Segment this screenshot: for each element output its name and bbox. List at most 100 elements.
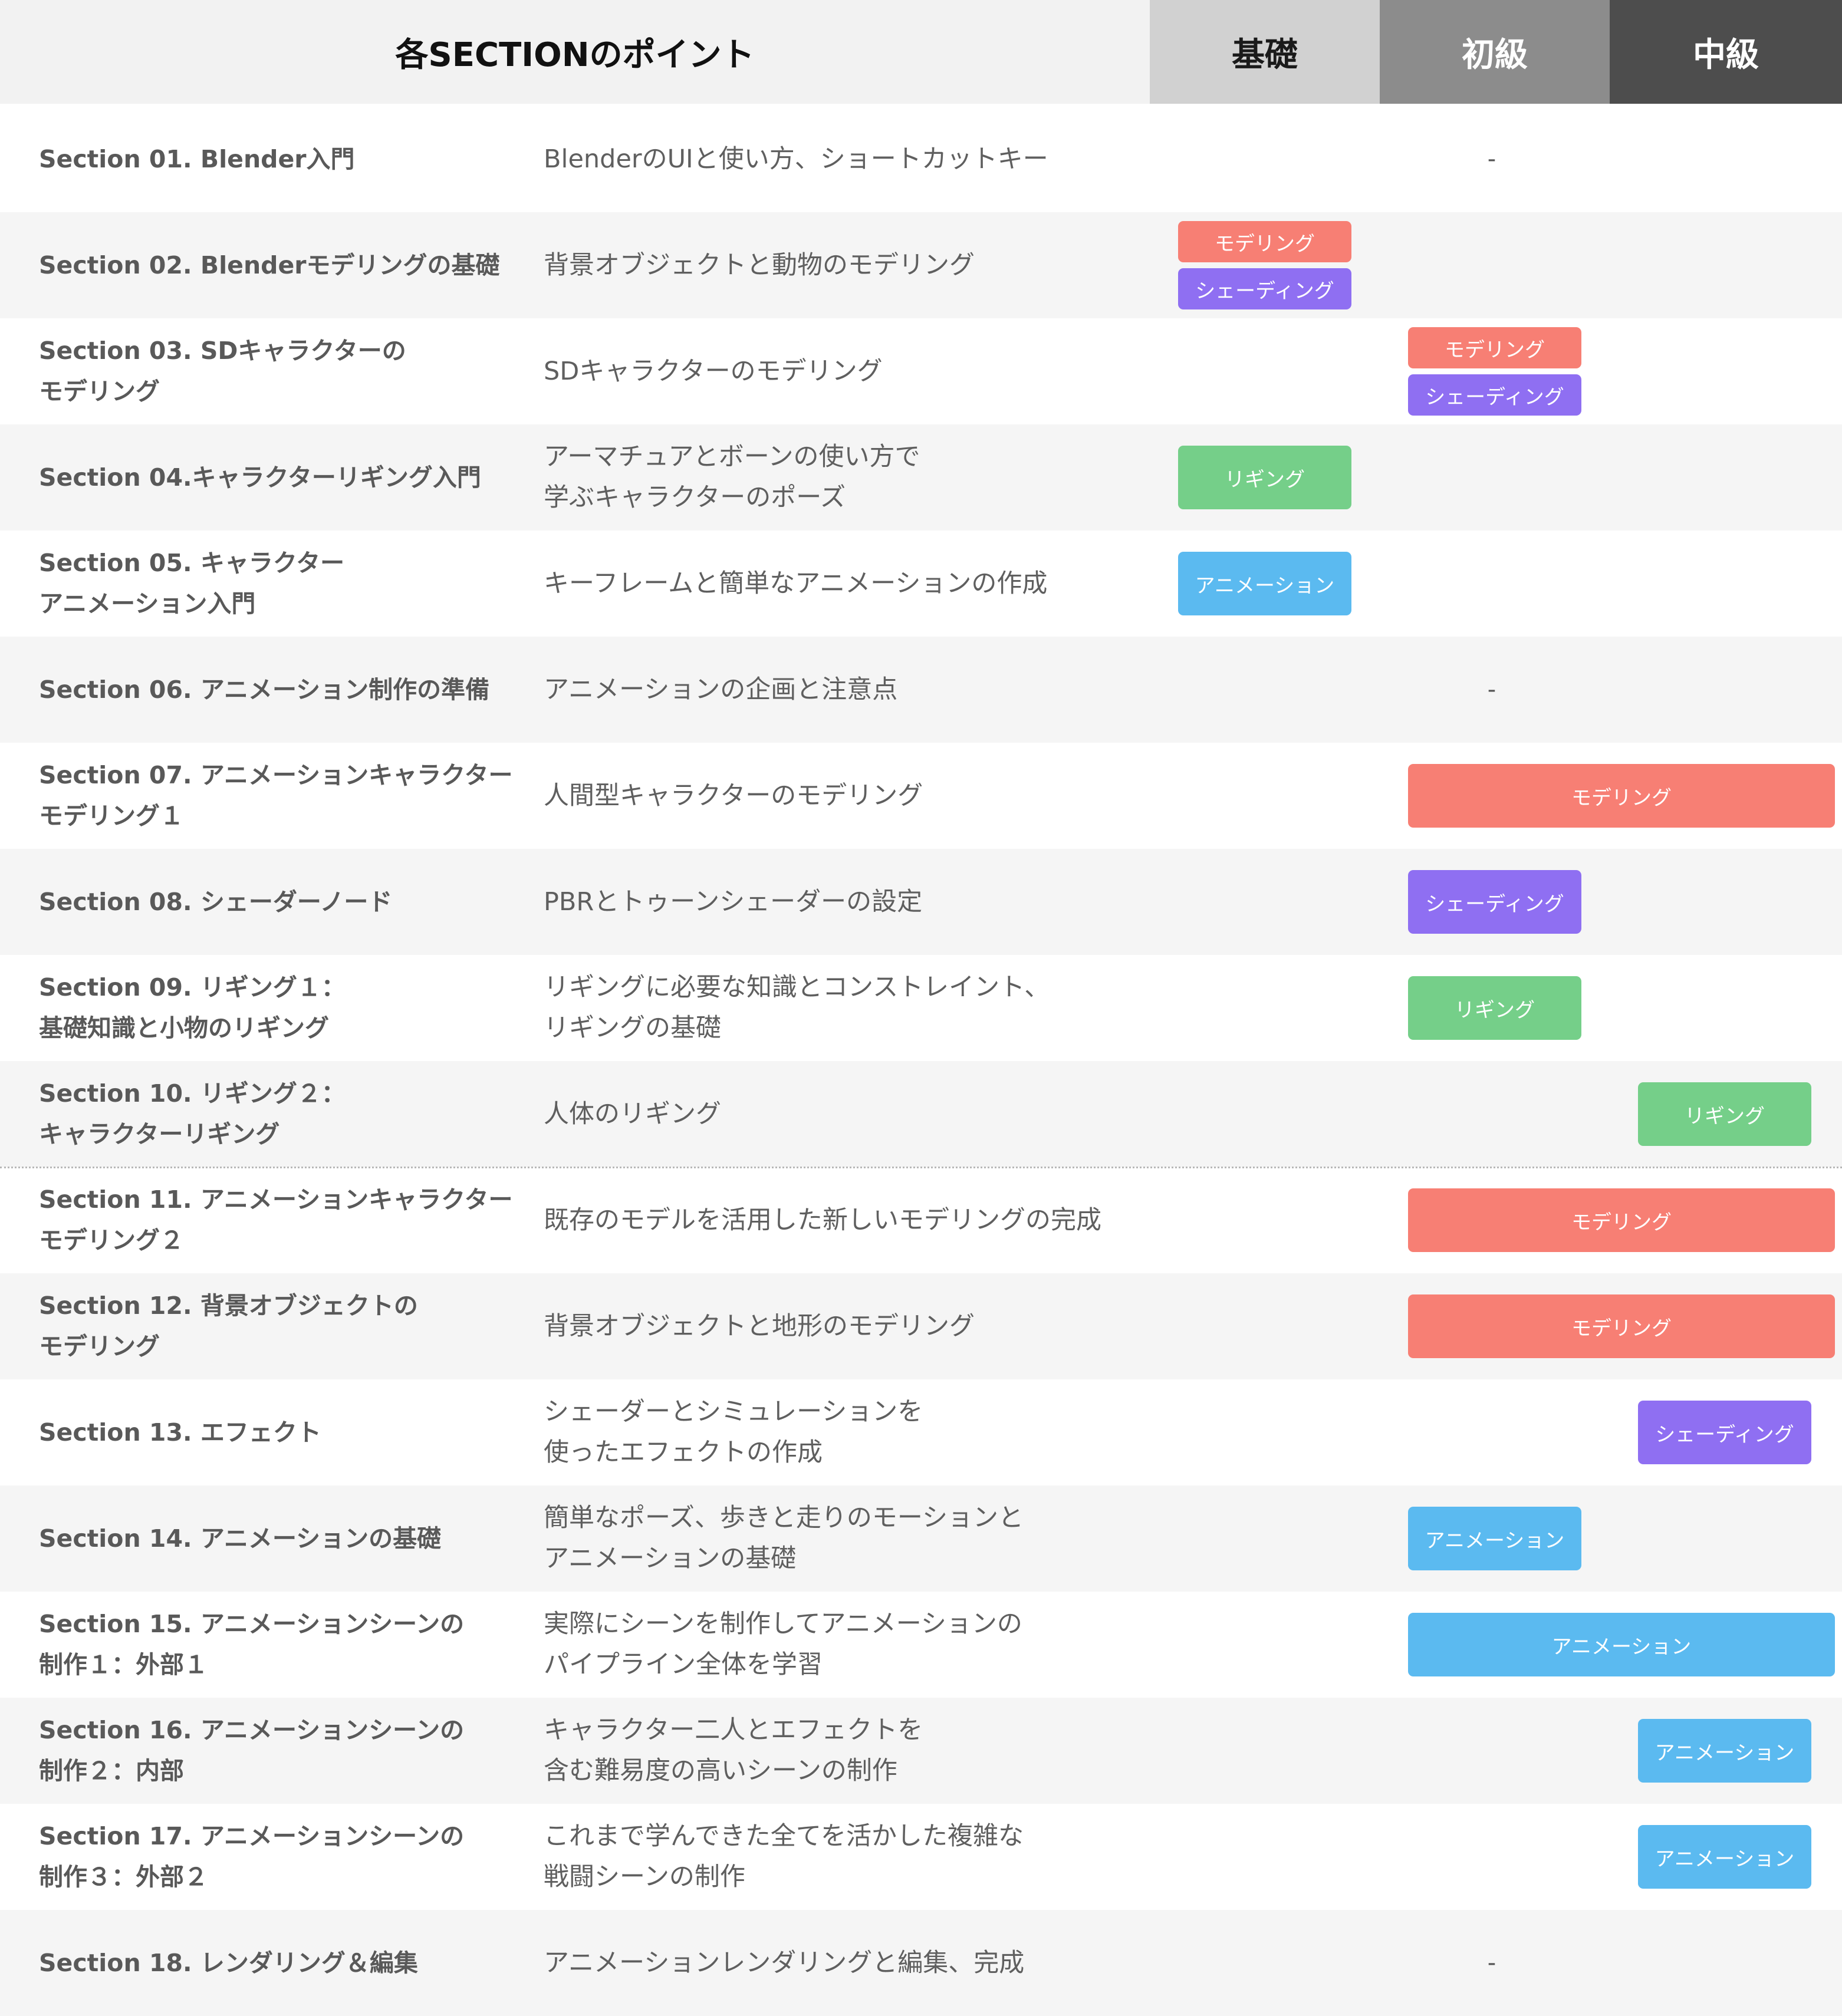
- section-title-line: キャラクターリギング: [39, 1120, 280, 1148]
- section-description-line: アニメーションの企画と注意点: [544, 674, 898, 704]
- modeling-tag-label: モデリング: [1571, 1210, 1672, 1234]
- section-description-line: シェーダーとシミュレーションを: [544, 1397, 923, 1427]
- animation-tag-label: アニメーション: [1195, 574, 1335, 598]
- section-title: Section 14. アニメーションの基礎: [39, 1485, 522, 1592]
- section-title-line: Section 18. レンダリング＆編集: [39, 1948, 418, 1977]
- section-description-line: 既存のモデルを活用した新しいモデリングの完成: [544, 1205, 1101, 1235]
- modeling-tag: モデリング: [1408, 764, 1835, 828]
- shading-tag-label: シェーディング: [1425, 892, 1564, 916]
- animation-tag-label: アニメーション: [1654, 1741, 1795, 1765]
- level-header-intermediate: 中級: [1610, 0, 1842, 104]
- section-title-line: Section 04.キャラクターリギング入門: [39, 463, 481, 492]
- no-skill-dash: -: [1487, 146, 1496, 173]
- section-title: Section 09. リギング１： 基礎知識と小物のリギング: [39, 955, 522, 1061]
- rigging-tag: リギング: [1178, 446, 1351, 509]
- section-points-table: 各SECTIONのポイント 基礎 初級 中級 Section 01. Blend…: [0, 0, 1842, 2016]
- shading-tag: シェーディング: [1408, 374, 1581, 416]
- section-description: 人間型キャラクターのモデリング: [544, 743, 1133, 849]
- modeling-tag-label: モデリング: [1571, 1316, 1672, 1340]
- level-label-intermediate: 中級: [1693, 35, 1759, 74]
- modeling-tag-label: モデリング: [1445, 338, 1545, 362]
- section-description: 背景オブジェクトと地形のモデリング: [544, 1273, 1133, 1379]
- section-description: キャラクター二人とエフェクトを 含む難易度の高いシーンの制作: [544, 1698, 1133, 1804]
- shading-tag-label: シェーディング: [1425, 385, 1564, 409]
- modeling-tag-label: モデリング: [1571, 786, 1672, 810]
- section-title-line: Section 15. アニメーションシーンの: [39, 1610, 465, 1638]
- section-description-line: 含む難易度の高いシーンの制作: [544, 1756, 897, 1786]
- section-title-line: Section 08. シェーダーノード: [39, 887, 393, 916]
- animation-tag: アニメーション: [1638, 1825, 1811, 1889]
- section-description: これまで学んできた全てを活かした複雑な 戦闘シーンの制作: [544, 1804, 1133, 1910]
- section-title-line: モデリング: [39, 377, 160, 406]
- section-description-line: 使ったエフェクトの作成: [544, 1438, 823, 1467]
- section-description: アニメーションの企画と注意点: [544, 637, 1133, 743]
- modeling-tag-label: モデリング: [1215, 232, 1315, 256]
- section-title-line: モデリング１: [39, 802, 184, 830]
- shading-tag: シェーディング: [1638, 1401, 1811, 1464]
- section-title: Section 07. アニメーションキャラクター モデリング１: [39, 743, 522, 849]
- section-description: 背景オブジェクトと動物のモデリング: [544, 212, 1133, 318]
- section-title: Section 02. Blenderモデリングの基礎: [39, 212, 522, 318]
- section-description: アーマチュアとボーンの使い方で 学ぶキャラクターのポーズ: [544, 424, 1133, 531]
- modeling-tag: モデリング: [1408, 1188, 1835, 1252]
- section-description-line: アニメーションの基礎: [544, 1544, 797, 1573]
- section-title: Section 13. エフェクト: [39, 1379, 522, 1485]
- section-title-line: Section 14. アニメーションの基礎: [39, 1524, 442, 1553]
- section-title-line: Section 10. リギング２：: [39, 1079, 346, 1108]
- section-description: 実際にシーンを制作してアニメーションの パイプライン全体を学習: [544, 1592, 1133, 1698]
- section-description: BlenderのUIと使い方、ショートカットキー: [544, 106, 1133, 212]
- section-description-line: アーマチュアとボーンの使い方で: [544, 442, 920, 472]
- section-description-line: これまで学んできた全てを活かした複雑な: [544, 1821, 1024, 1851]
- section-title-line: Section 07. アニメーションキャラクター: [39, 761, 513, 789]
- section-description: PBRとトゥーンシェーダーの設定: [544, 849, 1133, 955]
- section-title-line: Section 09. リギング１：: [39, 973, 346, 1002]
- section-title-line: Section 01. Blender入門: [39, 144, 355, 173]
- section-title: Section 11. アニメーションキャラクター モデリング２: [39, 1167, 522, 1273]
- rigging-tag: リギング: [1638, 1082, 1811, 1146]
- section-description: シェーダーとシミュレーションを 使ったエフェクトの作成: [544, 1379, 1133, 1485]
- level-header-basic: 基礎: [1150, 0, 1380, 104]
- section-title-line: Section 16. アニメーションシーンの: [39, 1716, 465, 1744]
- section-title-line: アニメーション入門: [39, 589, 256, 618]
- rigging-tag-label: リギング: [1455, 998, 1535, 1022]
- section-title: Section 04.キャラクターリギング入門: [39, 424, 522, 531]
- section-description-line: パイプライン全体を学習: [544, 1650, 823, 1679]
- animation-tag-label: アニメーション: [1425, 1529, 1565, 1553]
- animation-tag: アニメーション: [1408, 1613, 1835, 1676]
- section-description: キーフレームと簡単なアニメーションの作成: [544, 531, 1133, 637]
- section-title: Section 12. 背景オブジェクトの モデリング: [39, 1273, 522, 1379]
- animation-tag: アニメーション: [1638, 1719, 1811, 1783]
- modeling-tag: モデリング: [1408, 327, 1581, 368]
- no-skill-dash: -: [1487, 676, 1496, 703]
- section-title: Section 10. リギング２： キャラクターリギング: [39, 1061, 522, 1167]
- header-title-cell: 各SECTIONのポイント: [0, 0, 1150, 104]
- shading-tag: シェーディング: [1408, 870, 1581, 934]
- section-title-line: Section 05. キャラクター: [39, 549, 345, 577]
- animation-tag: アニメーション: [1178, 552, 1351, 615]
- section-description-line: BlenderのUIと使い方、ショートカットキー: [544, 144, 1048, 174]
- section-description-line: 簡単なポーズ、歩きと走りのモーションと: [544, 1503, 1024, 1533]
- section-description-line: 背景オブジェクトと地形のモデリング: [544, 1311, 975, 1341]
- section-description: SDキャラクターのモデリング: [544, 318, 1133, 424]
- group-divider: [0, 1167, 1842, 1168]
- animation-tag-label: アニメーション: [1654, 1847, 1795, 1871]
- section-description: 人体のリギング: [544, 1061, 1133, 1167]
- table-title: 各SECTIONのポイント: [395, 35, 755, 74]
- section-description-line: キーフレームと簡単なアニメーションの作成: [544, 568, 1048, 598]
- section-title-line: 制作２：内部: [39, 1757, 184, 1785]
- section-title-line: Section 06. アニメーション制作の準備: [39, 675, 490, 704]
- level-label-basic: 基礎: [1232, 35, 1298, 74]
- section-description: 簡単なポーズ、歩きと走りのモーションと アニメーションの基礎: [544, 1485, 1133, 1592]
- section-title: Section 08. シェーダーノード: [39, 849, 522, 955]
- level-label-beginner: 初級: [1462, 35, 1528, 74]
- section-description: アニメーションレンダリングと編集、完成: [544, 1910, 1133, 2016]
- section-description-line: 戦闘シーンの制作: [544, 1862, 745, 1892]
- section-title: Section 05. キャラクター アニメーション入門: [39, 531, 522, 637]
- section-description-line: 学ぶキャラクターのポーズ: [544, 483, 846, 512]
- section-title-line: Section 03. SDキャラクターの: [39, 337, 406, 365]
- section-title-line: 制作１：外部１: [39, 1651, 208, 1679]
- modeling-tag: モデリング: [1408, 1294, 1835, 1358]
- section-title-line: Section 11. アニメーションキャラクター: [39, 1185, 513, 1214]
- rigging-tag: リギング: [1408, 976, 1581, 1040]
- level-header-beginner: 初級: [1380, 0, 1610, 104]
